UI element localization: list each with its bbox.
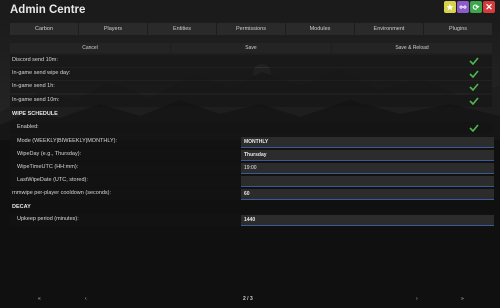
checkmark-icon — [469, 96, 479, 105]
tab-players[interactable]: Players — [79, 23, 147, 35]
window-title: Admin Centre — [10, 4, 86, 16]
setting-label: In-game send wipe day: — [12, 70, 71, 76]
checkmark-icon — [469, 56, 479, 65]
cooldown-input[interactable]: 60 — [241, 189, 494, 200]
field-value: 19:00 — [244, 165, 257, 171]
setting-row-ingame-1h: In-game send 1h: — [10, 81, 492, 93]
setting-row-ingame-wipe-day: In-game send wipe day: — [10, 68, 492, 80]
refresh-button[interactable]: ⟳ — [470, 1, 482, 13]
field-value: MONTHLY — [244, 139, 269, 145]
cancel-button[interactable]: Cancel — [10, 43, 170, 53]
enabled-checkbox[interactable] — [468, 122, 480, 133]
tab-modules[interactable]: Modules — [286, 23, 354, 35]
discord-10m-checkbox[interactable] — [468, 55, 480, 66]
refresh-icon: ⟳ — [472, 2, 480, 12]
tab-permissions[interactable]: Permissions — [217, 23, 285, 35]
wipe-day-input[interactable]: Thursday — [241, 150, 494, 161]
star-icon: ★ — [446, 2, 454, 12]
setting-label: rnmwipe per-player cooldown (seconds): — [12, 190, 112, 196]
setting-label: Mode (WEEKLY|BIWEEKLY|MONTHLY): — [17, 138, 118, 144]
setting-row-enabled: Enabled: — [10, 122, 492, 134]
field-value: 60 — [244, 191, 250, 197]
tab-bar: Carbon Players Entities Permissions Modu… — [10, 23, 492, 35]
setting-label: Upkeep period (minutes): — [17, 216, 79, 222]
setting-row-wipe-time: WipeTimeUTC (HH:mm): 19:00 — [10, 162, 494, 174]
save-reload-button[interactable]: Save & Reload — [332, 43, 492, 53]
checkmark-icon — [469, 82, 479, 91]
page-indicator: 2 / 3 — [243, 296, 253, 302]
prev-page-button[interactable]: ‹ — [85, 296, 87, 302]
action-bar: Cancel Save Save & Reload — [10, 43, 492, 53]
tab-carbon[interactable]: Carbon — [10, 23, 78, 35]
tab-entities[interactable]: Entities — [148, 23, 216, 35]
tab-environment[interactable]: Environment — [355, 23, 423, 35]
setting-label: Enabled: — [17, 124, 39, 130]
setting-row-mode: Mode (WEEKLY|BIWEEKLY|MONTHLY): MONTHLY — [10, 136, 494, 148]
setting-row-last-wipe: LastWipeDate (UTC, stored): — [10, 175, 494, 187]
link-button[interactable]: ⚯ — [457, 1, 469, 13]
title-bar: Admin Centre ★ ⚯ ⟳ ✕ — [0, 0, 500, 22]
close-button[interactable]: ✕ — [483, 1, 495, 13]
save-button[interactable]: Save — [171, 43, 331, 53]
field-value: 1440 — [244, 217, 256, 223]
setting-label: WipeDay (e.g., Thursday): — [17, 151, 82, 157]
section-heading-decay: DECAY — [12, 204, 31, 210]
admin-centre-window: Admin Centre ★ ⚯ ⟳ ✕ Carbon Players Enti… — [0, 0, 500, 308]
setting-label: In-game send 10m: — [12, 97, 60, 103]
setting-row-cooldown: rnmwipe per-player cooldown (seconds): 6… — [10, 188, 494, 200]
setting-row-discord-10m: Discord send 10m: — [10, 55, 492, 67]
close-icon: ✕ — [485, 1, 493, 12]
first-page-button[interactable]: « — [38, 296, 41, 302]
setting-label: Discord send 10m: — [12, 57, 58, 63]
checkmark-icon — [469, 123, 479, 132]
setting-row-wipe-day: WipeDay (e.g., Thursday): Thursday — [10, 149, 494, 161]
field-value: Thursday — [244, 152, 267, 158]
setting-row-upkeep: Upkeep period (minutes): 1440 — [10, 214, 494, 226]
setting-label: LastWipeDate (UTC, stored): — [17, 177, 88, 183]
ingame-wipe-day-checkbox[interactable] — [468, 68, 480, 79]
link-icon: ⚯ — [459, 2, 467, 12]
pagination-bar: « ‹ 2 / 3 › » — [10, 293, 492, 305]
mode-input[interactable]: MONTHLY — [241, 137, 494, 148]
ingame-10m-checkbox[interactable] — [468, 95, 480, 106]
setting-label: In-game send 1h: — [12, 83, 55, 89]
last-wipe-input[interactable] — [241, 176, 494, 187]
wipe-time-input[interactable]: 19:00 — [241, 163, 494, 174]
tab-plugins[interactable]: Plugins — [424, 23, 492, 35]
last-page-button[interactable]: » — [461, 296, 464, 302]
ingame-1h-checkbox[interactable] — [468, 81, 480, 92]
section-heading-wipe-schedule: WIPE SCHEDULE — [12, 111, 58, 117]
setting-row-ingame-10m: In-game send 10m: — [10, 95, 492, 107]
next-page-button[interactable]: › — [416, 296, 418, 302]
favorite-button[interactable]: ★ — [444, 1, 456, 13]
checkmark-icon — [469, 69, 479, 78]
upkeep-input[interactable]: 1440 — [241, 215, 494, 226]
setting-label: WipeTimeUTC (HH:mm): — [17, 164, 79, 170]
